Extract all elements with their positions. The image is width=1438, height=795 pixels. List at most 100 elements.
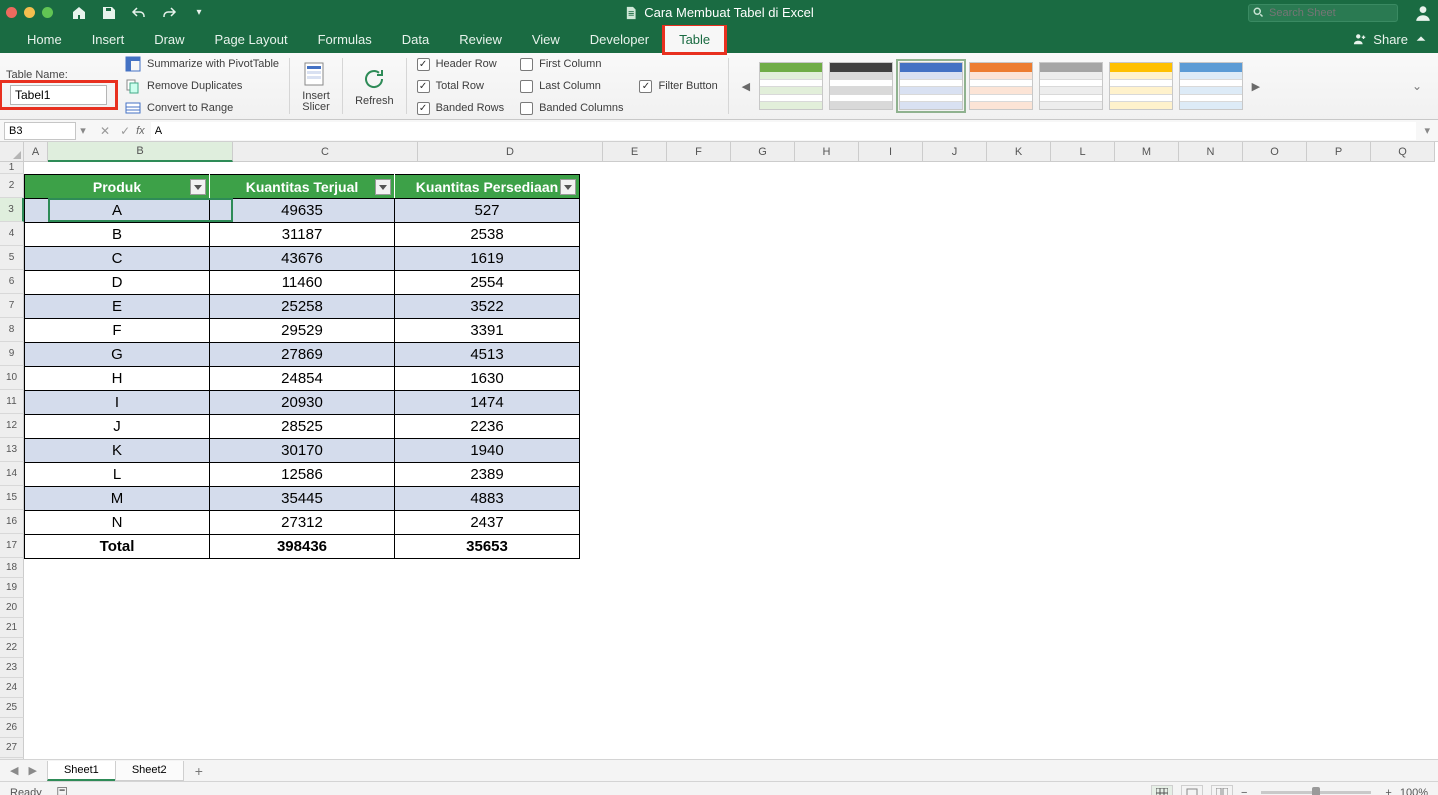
table-total-cell[interactable]: 35653 [395,535,580,559]
row-header[interactable]: 9 [0,342,24,366]
table-cell[interactable]: 4513 [395,343,580,367]
add-sheet-button[interactable]: + [183,763,215,779]
row-header[interactable]: 2 [0,174,24,198]
table-cell[interactable]: 27312 [210,511,395,535]
table-cell[interactable]: 527 [395,199,580,223]
banded-rows-checkbox[interactable] [417,102,430,115]
save-icon[interactable] [101,5,117,21]
column-header[interactable]: C [233,142,418,162]
table-cell[interactable]: 2236 [395,415,580,439]
user-account-icon[interactable] [1414,4,1432,22]
summarize-pivottable-button[interactable]: Summarize with PivotTable [125,55,279,73]
ribbon-tab-page-layout[interactable]: Page Layout [200,25,303,53]
column-header[interactable]: D [418,142,603,162]
table-cell[interactable]: M [25,487,210,511]
row-header[interactable]: 7 [0,294,24,318]
row-header[interactable]: 26 [0,718,24,738]
column-header[interactable]: H [795,142,859,162]
sheet-nav-prev[interactable]: ◀ [10,764,18,777]
undo-icon[interactable] [131,5,147,21]
table-cell[interactable]: 28525 [210,415,395,439]
first-column-checkbox[interactable] [520,58,533,71]
ribbon-tab-developer[interactable]: Developer [575,25,664,53]
formula-input[interactable] [151,122,1417,140]
row-header[interactable]: 20 [0,598,24,618]
minimize-window-button[interactable] [24,7,35,18]
remove-duplicates-button[interactable]: Remove Duplicates [125,77,279,95]
column-header[interactable]: L [1051,142,1115,162]
row-header[interactable]: 12 [0,414,24,438]
ribbon-tab-review[interactable]: Review [444,25,517,53]
row-header[interactable]: 3 [0,198,24,222]
row-header[interactable]: 13 [0,438,24,462]
ribbon-tab-table[interactable]: Table [664,25,725,53]
table-cell[interactable]: 24854 [210,367,395,391]
table-cell[interactable]: 2538 [395,223,580,247]
table-cell[interactable]: 30170 [210,439,395,463]
column-header[interactable]: J [923,142,987,162]
macro-record-icon[interactable] [56,784,70,795]
table-name-input[interactable] [10,85,107,105]
table-style-swatch[interactable] [759,62,823,110]
row-header[interactable]: 19 [0,578,24,598]
column-header[interactable]: F [667,142,731,162]
table-total-label[interactable]: Total [25,535,210,559]
styles-prev-button[interactable]: ◀ [741,80,751,93]
row-header[interactable]: 4 [0,222,24,246]
row-header[interactable]: 28 [0,758,24,759]
home-icon[interactable] [71,5,87,21]
table-style-swatch[interactable] [1179,62,1243,110]
table-cell[interactable]: 1940 [395,439,580,463]
table-style-swatch[interactable] [1109,62,1173,110]
table-cell[interactable]: 27869 [210,343,395,367]
redo-icon[interactable] [161,5,177,21]
ribbon-tab-home[interactable]: Home [12,25,77,53]
table-style-swatch[interactable] [969,62,1033,110]
column-header[interactable]: E [603,142,667,162]
table-cell[interactable]: 25258 [210,295,395,319]
row-header[interactable]: 8 [0,318,24,342]
formula-bar-expand-icon[interactable]: ▾ [1416,124,1438,137]
ribbon-tab-formulas[interactable]: Formulas [303,25,387,53]
table-cell[interactable]: 2554 [395,271,580,295]
table-cell[interactable]: C [25,247,210,271]
table-cell[interactable]: H [25,367,210,391]
row-header[interactable]: 6 [0,270,24,294]
table-cell[interactable]: 3522 [395,295,580,319]
enter-formula-icon[interactable]: ✓ [120,124,130,138]
maximize-window-button[interactable] [42,7,53,18]
table-cell[interactable]: 43676 [210,247,395,271]
row-header[interactable]: 21 [0,618,24,638]
cancel-formula-icon[interactable]: ✕ [100,124,110,138]
ribbon-collapse-caret[interactable]: ⌄ [1412,79,1432,93]
table-cell[interactable]: N [25,511,210,535]
close-window-button[interactable] [6,7,17,18]
table-cell[interactable]: E [25,295,210,319]
table-header-cell[interactable]: Kuantitas Terjual [210,175,395,199]
row-header[interactable]: 10 [0,366,24,390]
table-cell[interactable]: 20930 [210,391,395,415]
row-header[interactable]: 24 [0,678,24,698]
table-cell[interactable]: 1619 [395,247,580,271]
ribbon-tab-view[interactable]: View [517,25,575,53]
table-cell[interactable]: L [25,463,210,487]
row-header[interactable]: 5 [0,246,24,270]
row-header[interactable]: 22 [0,638,24,658]
table-cell[interactable]: I [25,391,210,415]
row-header[interactable]: 11 [0,390,24,414]
row-header[interactable]: 1 [0,162,24,174]
sheet-tab[interactable]: Sheet2 [115,761,184,781]
ribbon-tab-insert[interactable]: Insert [77,25,140,53]
page-break-view-button[interactable] [1211,785,1233,795]
table-cell[interactable]: 35445 [210,487,395,511]
row-header[interactable]: 14 [0,462,24,486]
column-header[interactable]: P [1307,142,1371,162]
table-style-swatch[interactable] [829,62,893,110]
table-cell[interactable]: A [25,199,210,223]
ribbon-tab-draw[interactable]: Draw [139,25,199,53]
header-row-checkbox[interactable] [417,58,430,71]
column-header[interactable]: M [1115,142,1179,162]
column-header[interactable]: K [987,142,1051,162]
collapse-ribbon-icon[interactable] [1414,32,1428,46]
table-cell[interactable]: 3391 [395,319,580,343]
